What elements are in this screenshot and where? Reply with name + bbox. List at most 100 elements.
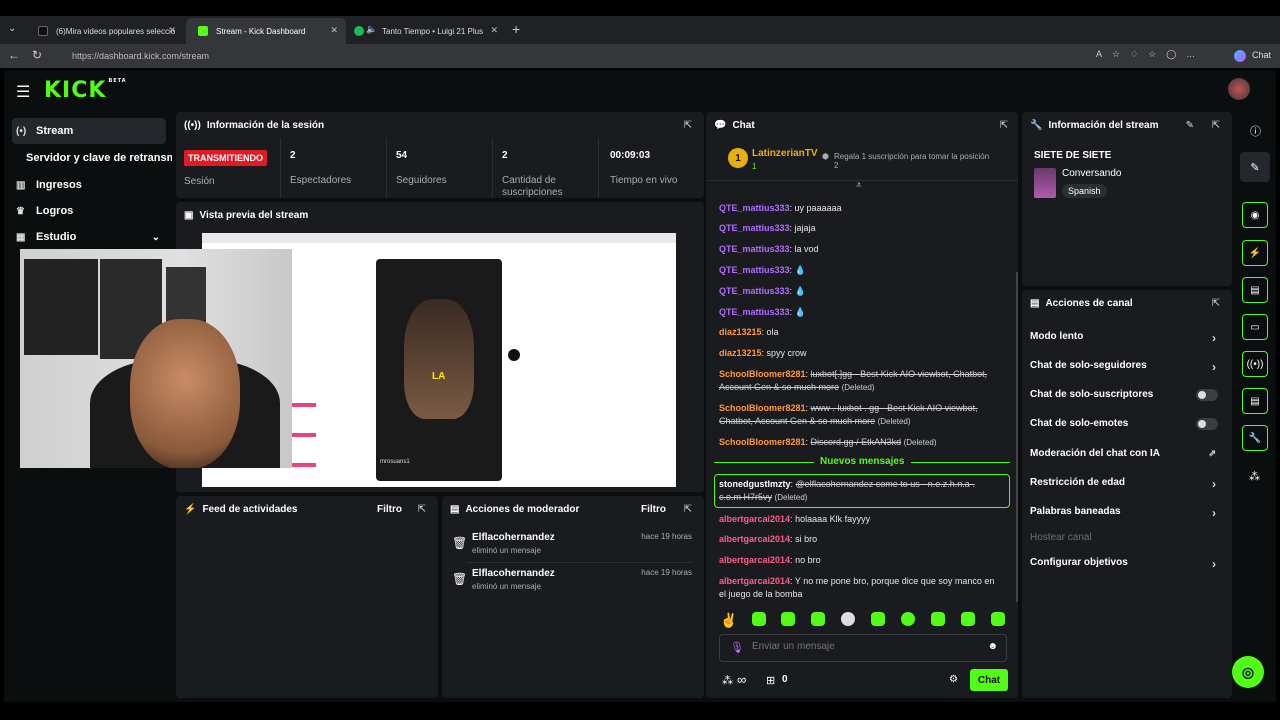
channel-action-followers-only[interactable]: Chat de solo-seguidores ›	[1030, 360, 1226, 374]
chat-username[interactable]: QTE_mattius333	[719, 223, 790, 233]
infinity-icon[interactable]: ∞	[737, 672, 746, 687]
menu-icon[interactable]: ☰	[16, 82, 30, 102]
reload-icon[interactable]: ↻	[32, 48, 42, 62]
edit-icon[interactable]: ✎	[1186, 120, 1194, 131]
chevron-down-icon[interactable]: ⌄	[152, 232, 160, 243]
channel-action-banned-words[interactable]: Palabras baneadas ›	[1030, 506, 1226, 520]
emote-icon[interactable]	[781, 612, 795, 626]
microphone-icon[interactable]: 🎙	[730, 641, 744, 654]
emote-icon[interactable]	[811, 612, 825, 626]
chat-text: si bro	[795, 534, 818, 544]
chat-username[interactable]: SchoolBloomer8281	[719, 403, 806, 413]
emote-icon[interactable]	[841, 612, 855, 626]
back-icon[interactable]: ←	[8, 48, 20, 62]
gift-box-icon[interactable]: ⊞	[766, 674, 775, 687]
emote-icon[interactable]	[871, 612, 885, 626]
chat-input[interactable]	[752, 641, 972, 652]
chat-bubble-icon[interactable]: ▭	[1242, 314, 1268, 340]
preview-browser-bar	[202, 233, 676, 243]
mod-user[interactable]: Elflacohernandez	[472, 568, 555, 579]
sidebar-item-ingresos[interactable]: ▥ Ingresos	[12, 172, 166, 198]
lightning-icon[interactable]: ⚡	[1242, 240, 1268, 266]
browser-toolbar-icons[interactable]: A☆♢☆◯…	[1096, 49, 1205, 60]
chat-input-box[interactable]: 🎙 ☻	[719, 634, 1007, 662]
chat-username[interactable]: diaz13215	[719, 348, 762, 358]
close-icon[interactable]: ✕	[168, 25, 176, 36]
chat-username[interactable]: QTE_mattius333	[719, 265, 790, 275]
chat-username[interactable]: QTE_mattius333	[719, 286, 790, 296]
popout-icon[interactable]: ⇱	[684, 120, 692, 131]
emote-icon[interactable]	[931, 612, 945, 626]
document-icon[interactable]: ▤	[1242, 277, 1268, 303]
sidebar-item-estudio[interactable]: ▦ Estudio ⌄	[12, 224, 166, 250]
browser-chat-label[interactable]: Chat	[1252, 50, 1271, 60]
broadcast-icon[interactable]: ((•))	[1242, 351, 1268, 377]
chat-username[interactable]: SchoolBloomer8281	[719, 437, 806, 447]
camera-icon[interactable]: ◉	[1242, 202, 1268, 228]
new-tab-icon[interactable]: +	[512, 21, 520, 37]
chat-username[interactable]: stonedgustlmzty	[719, 479, 791, 489]
chat-send-button[interactable]: Chat	[970, 669, 1008, 691]
help-fab-icon[interactable]: ◎	[1232, 656, 1264, 688]
chat-username[interactable]: albertgarcai2014	[719, 534, 790, 544]
chat-username[interactable]: albertgarcai2014	[719, 576, 790, 586]
speaker-icon[interactable]: 🔈	[366, 24, 377, 35]
emote-icon[interactable]	[752, 612, 766, 626]
gift-promo[interactable]: Regala 1 suscripción para tomar la posic…	[834, 152, 994, 170]
chat-username[interactable]: QTE_mattius333	[719, 244, 790, 254]
popout-icon[interactable]: ⇱	[684, 504, 692, 515]
channel-action-ai-moderation[interactable]: Moderación del chat con IA ⇗	[1030, 448, 1226, 459]
settings-icon[interactable]: ⚙	[949, 674, 958, 685]
chat-scrollbar[interactable]	[1016, 272, 1018, 602]
subscribers-only-toggle[interactable]	[1196, 389, 1218, 401]
top-gifter-name[interactable]: LatinzerianTV	[752, 148, 818, 159]
channel-action-slow-mode[interactable]: Modo lento ›	[1030, 331, 1226, 345]
emote-icon[interactable]	[991, 612, 1005, 626]
stream-category[interactable]: Conversando	[1062, 168, 1121, 179]
popout-icon[interactable]: ⇱	[418, 504, 426, 515]
sidebar-item-logros[interactable]: ♛ Logros	[12, 198, 166, 224]
action-label: Chat de solo-emotes	[1030, 418, 1129, 429]
close-icon[interactable]: ✕	[490, 25, 498, 36]
chat-username[interactable]: albertgarcai2014	[719, 514, 790, 524]
kick-logo[interactable]: KICK BETA	[44, 78, 127, 103]
sidebar-item-server-key[interactable]: Servidor y clave de retransm	[22, 145, 172, 171]
wrench-icon[interactable]: 🔧	[1242, 425, 1268, 451]
sidebar-item-stream[interactable]: (•) Stream	[12, 118, 166, 144]
channel-action-goals[interactable]: Configurar objetivos ›	[1030, 557, 1226, 571]
info-icon[interactable]: ⓘ	[1250, 123, 1261, 139]
popout-icon[interactable]: ⇱	[1212, 298, 1220, 309]
popout-icon[interactable]: ⇱	[1212, 120, 1220, 131]
filter-button[interactable]: Filtro	[377, 504, 402, 515]
chat-username[interactable]: albertgarcai2014	[719, 555, 790, 565]
chat-username[interactable]: QTE_mattius333	[719, 307, 790, 317]
tab-list-icon[interactable]: ⌄	[8, 23, 16, 34]
emote-icon[interactable]	[961, 612, 975, 626]
divider	[706, 180, 1018, 181]
tab-spotify[interactable]: 🔈 Tanto Tiempo • Luigi 21 Plus ✕	[346, 18, 506, 44]
copilot-icon[interactable]	[1234, 50, 1246, 62]
popout-icon[interactable]: ⇱	[1000, 120, 1008, 131]
chat-username[interactable]: QTE_mattius333	[719, 203, 790, 213]
mod-user[interactable]: Elflacohernandez	[472, 532, 555, 543]
tab-label: (6)Mira videos populares seleccio	[56, 26, 176, 36]
close-icon[interactable]: ✕	[330, 25, 338, 36]
chat-username[interactable]: diaz13215	[719, 327, 762, 337]
tab-tiktok[interactable]: (6)Mira videos populares seleccio ✕	[26, 18, 184, 44]
users-icon[interactable]: ⁂	[1249, 470, 1260, 483]
emotes-only-toggle[interactable]	[1196, 418, 1218, 430]
channel-action-age-restriction[interactable]: Restricción de edad ›	[1030, 477, 1226, 491]
channel-icon[interactable]: ▤	[1242, 388, 1268, 414]
emoji-icon[interactable]: ☻	[987, 641, 998, 652]
filter-button[interactable]: Filtro	[641, 504, 666, 515]
pinned-collapse-icon[interactable]: ⩡	[856, 180, 862, 191]
chat-username[interactable]: SchoolBloomer8281	[719, 369, 806, 379]
emote-icon[interactable]	[901, 612, 915, 626]
avatar[interactable]	[1228, 78, 1250, 100]
edit-layout-icon[interactable]: ✎	[1240, 152, 1270, 182]
url-field[interactable]: https://dashboard.kick.com/stream	[56, 47, 1096, 65]
tab-kick-dashboard[interactable]: Stream - Kick Dashboard ✕	[186, 18, 346, 44]
emote-picker-icon[interactable]: ✌	[720, 612, 737, 629]
users-icon[interactable]: ⁂	[722, 674, 733, 687]
new-messages-label[interactable]: Nuevos mensajes	[814, 456, 911, 467]
